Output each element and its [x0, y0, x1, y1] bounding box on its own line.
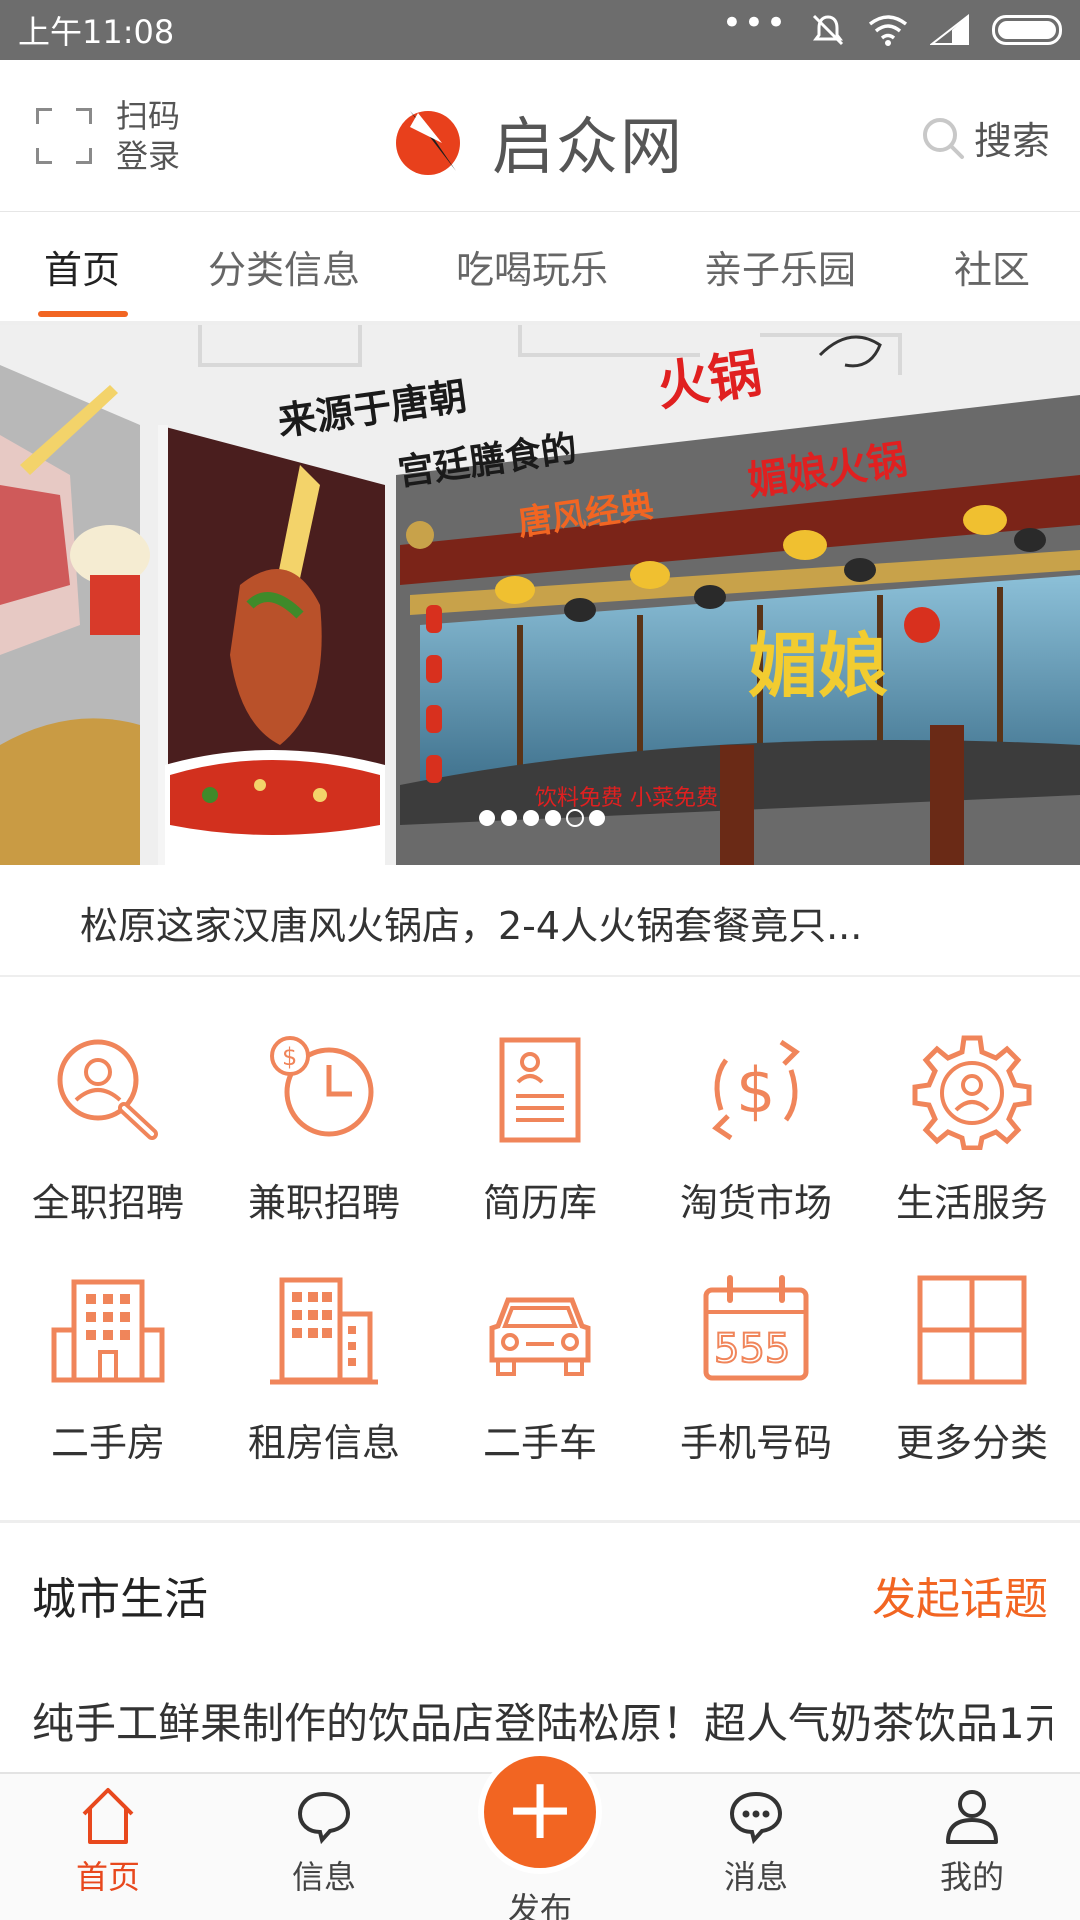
person-icon — [946, 1790, 998, 1844]
banner-caption: 松原这家汉唐风火锅店，2-4人火锅套餐竟只... — [80, 904, 863, 948]
category-label: 全职招聘 — [31, 1181, 184, 1225]
banner-caption-bar[interactable]: 松原这家汉唐风火锅店，2-4人火锅套餐竟只... — [0, 865, 1080, 977]
signal-icon — [930, 14, 969, 45]
bottom-nav: 首页 信息 + 发布 消息 我的 — [0, 1750, 1080, 1920]
page-dot-active — [479, 810, 495, 826]
grid-icon — [917, 1275, 1027, 1385]
building-icon — [51, 1279, 165, 1383]
resume-icon — [499, 1037, 581, 1143]
banner-sign-text: 媚娘 — [748, 624, 888, 707]
food-photo-left — [0, 365, 150, 865]
category-label: 手机号码 — [679, 1421, 832, 1465]
category-part-time-jobs[interactable]: $ 兼职招聘 — [216, 1030, 432, 1227]
brand: 启众网 — [390, 96, 684, 186]
category-full-time-jobs[interactable]: 全职招聘 — [0, 1030, 216, 1227]
category-second-hand-house[interactable]: 二手房 — [0, 1270, 216, 1467]
tab-kids-park[interactable]: 亲子乐园 — [704, 239, 856, 294]
search-icon — [922, 117, 964, 159]
category-label: 租房信息 — [247, 1421, 400, 1465]
top-tabs: 首页 分类信息 吃喝玩乐 亲子乐园 社区 — [0, 213, 1080, 321]
scan-login-button[interactable]: 扫码 登录 — [36, 96, 180, 176]
category-label: 生活服务 — [895, 1181, 1048, 1225]
home-icon — [82, 1788, 134, 1844]
svg-text:$: $ — [282, 1043, 297, 1071]
category-life-services[interactable]: 生活服务 — [864, 1030, 1080, 1227]
hero-banner[interactable]: 媚娘 饮料免费 小菜免费 来源于唐朝 火锅 宫廷膳食的 唐风经典 媚娘火锅 — [0, 325, 1080, 865]
category-label: 更多分类 — [895, 1421, 1048, 1465]
tab-community[interactable]: 社区 — [954, 239, 1030, 294]
publish-button[interactable]: + — [478, 1750, 602, 1874]
page-dot — [501, 810, 517, 826]
category-second-hand-car[interactable]: 二手车 — [432, 1270, 648, 1467]
message-dots-icon — [729, 1791, 783, 1845]
status-time: 上午11:08 — [18, 13, 175, 51]
svg-text:$: $ — [736, 1054, 775, 1127]
nav-me[interactable]: 我的 — [897, 1784, 1047, 1898]
category-more[interactable]: 更多分类 — [864, 1270, 1080, 1467]
page-dot — [545, 810, 561, 826]
plus-icon: + — [503, 1759, 577, 1859]
category-label: 二手房 — [50, 1421, 165, 1465]
banner-image: 媚娘 饮料免费 小菜免费 来源于唐朝 火锅 宫廷膳食的 唐风经典 媚娘火锅 — [0, 325, 1080, 865]
category-label: 兼职招聘 — [247, 1181, 400, 1225]
tab-active-indicator — [38, 311, 128, 317]
tab-home[interactable]: 首页 — [44, 239, 120, 294]
silent-bell-icon — [812, 14, 844, 46]
search-label: 搜索 — [973, 119, 1050, 163]
status-bar: 上午11:08 ••• — [0, 0, 1080, 60]
publish-label: 发布 — [507, 1890, 572, 1920]
city-life-header: 城市生活 发起话题 — [0, 1523, 1080, 1653]
category-label: 简历库 — [482, 1181, 597, 1225]
chat-bubble-icon — [297, 1791, 351, 1845]
tab-classified[interactable]: 分类信息 — [208, 239, 360, 294]
rental-building-icon — [270, 1277, 378, 1385]
page-dot — [523, 810, 539, 826]
phone-number-calendar-icon: 555 — [703, 1275, 809, 1381]
system-icons: ••• — [722, 3, 1062, 48]
page-dot — [589, 810, 605, 826]
car-icon — [489, 1297, 591, 1376]
category-rental[interactable]: 租房信息 — [216, 1270, 432, 1467]
category-market[interactable]: $ 淘货市场 — [648, 1030, 864, 1227]
category-label: 淘货市场 — [679, 1181, 832, 1225]
search-button[interactable]: 搜索 — [920, 110, 1050, 165]
category-resume-library[interactable]: 简历库 — [432, 1030, 648, 1227]
scan-login-label: 扫码 登录 — [116, 97, 181, 175]
category-phone-number[interactable]: 555 手机号码 — [648, 1270, 864, 1467]
nav-home[interactable]: 首页 — [33, 1784, 183, 1898]
part-time-clock-icon: $ — [270, 1036, 374, 1137]
nav-messages[interactable]: 消息 — [681, 1784, 831, 1898]
start-topic-button[interactable]: 发起话题 — [872, 1563, 1048, 1627]
scan-icon — [36, 108, 92, 164]
section-title: 城市生活 — [32, 1574, 208, 1625]
nav-info[interactable]: 信息 — [249, 1784, 399, 1898]
job-search-icon — [57, 1039, 158, 1140]
category-label: 二手车 — [482, 1421, 597, 1465]
wifi-icon — [868, 15, 908, 46]
market-exchange-icon: $ — [712, 1039, 800, 1141]
food-photo-center — [158, 425, 385, 865]
svg-text:555: 555 — [714, 1326, 790, 1372]
app-header: 扫码 登录 启众网 搜索 — [0, 60, 1080, 212]
brand-name: 启众网 — [492, 110, 685, 183]
banner-promo-text: 饮料免费 小菜免费 — [535, 786, 718, 811]
life-service-gear-icon — [912, 1035, 1032, 1150]
tab-food-fun[interactable]: 吃喝玩乐 — [456, 239, 608, 294]
brand-logo-icon — [396, 111, 460, 175]
more-dots-icon: ••• — [721, 3, 788, 43]
battery-icon — [992, 15, 1062, 45]
